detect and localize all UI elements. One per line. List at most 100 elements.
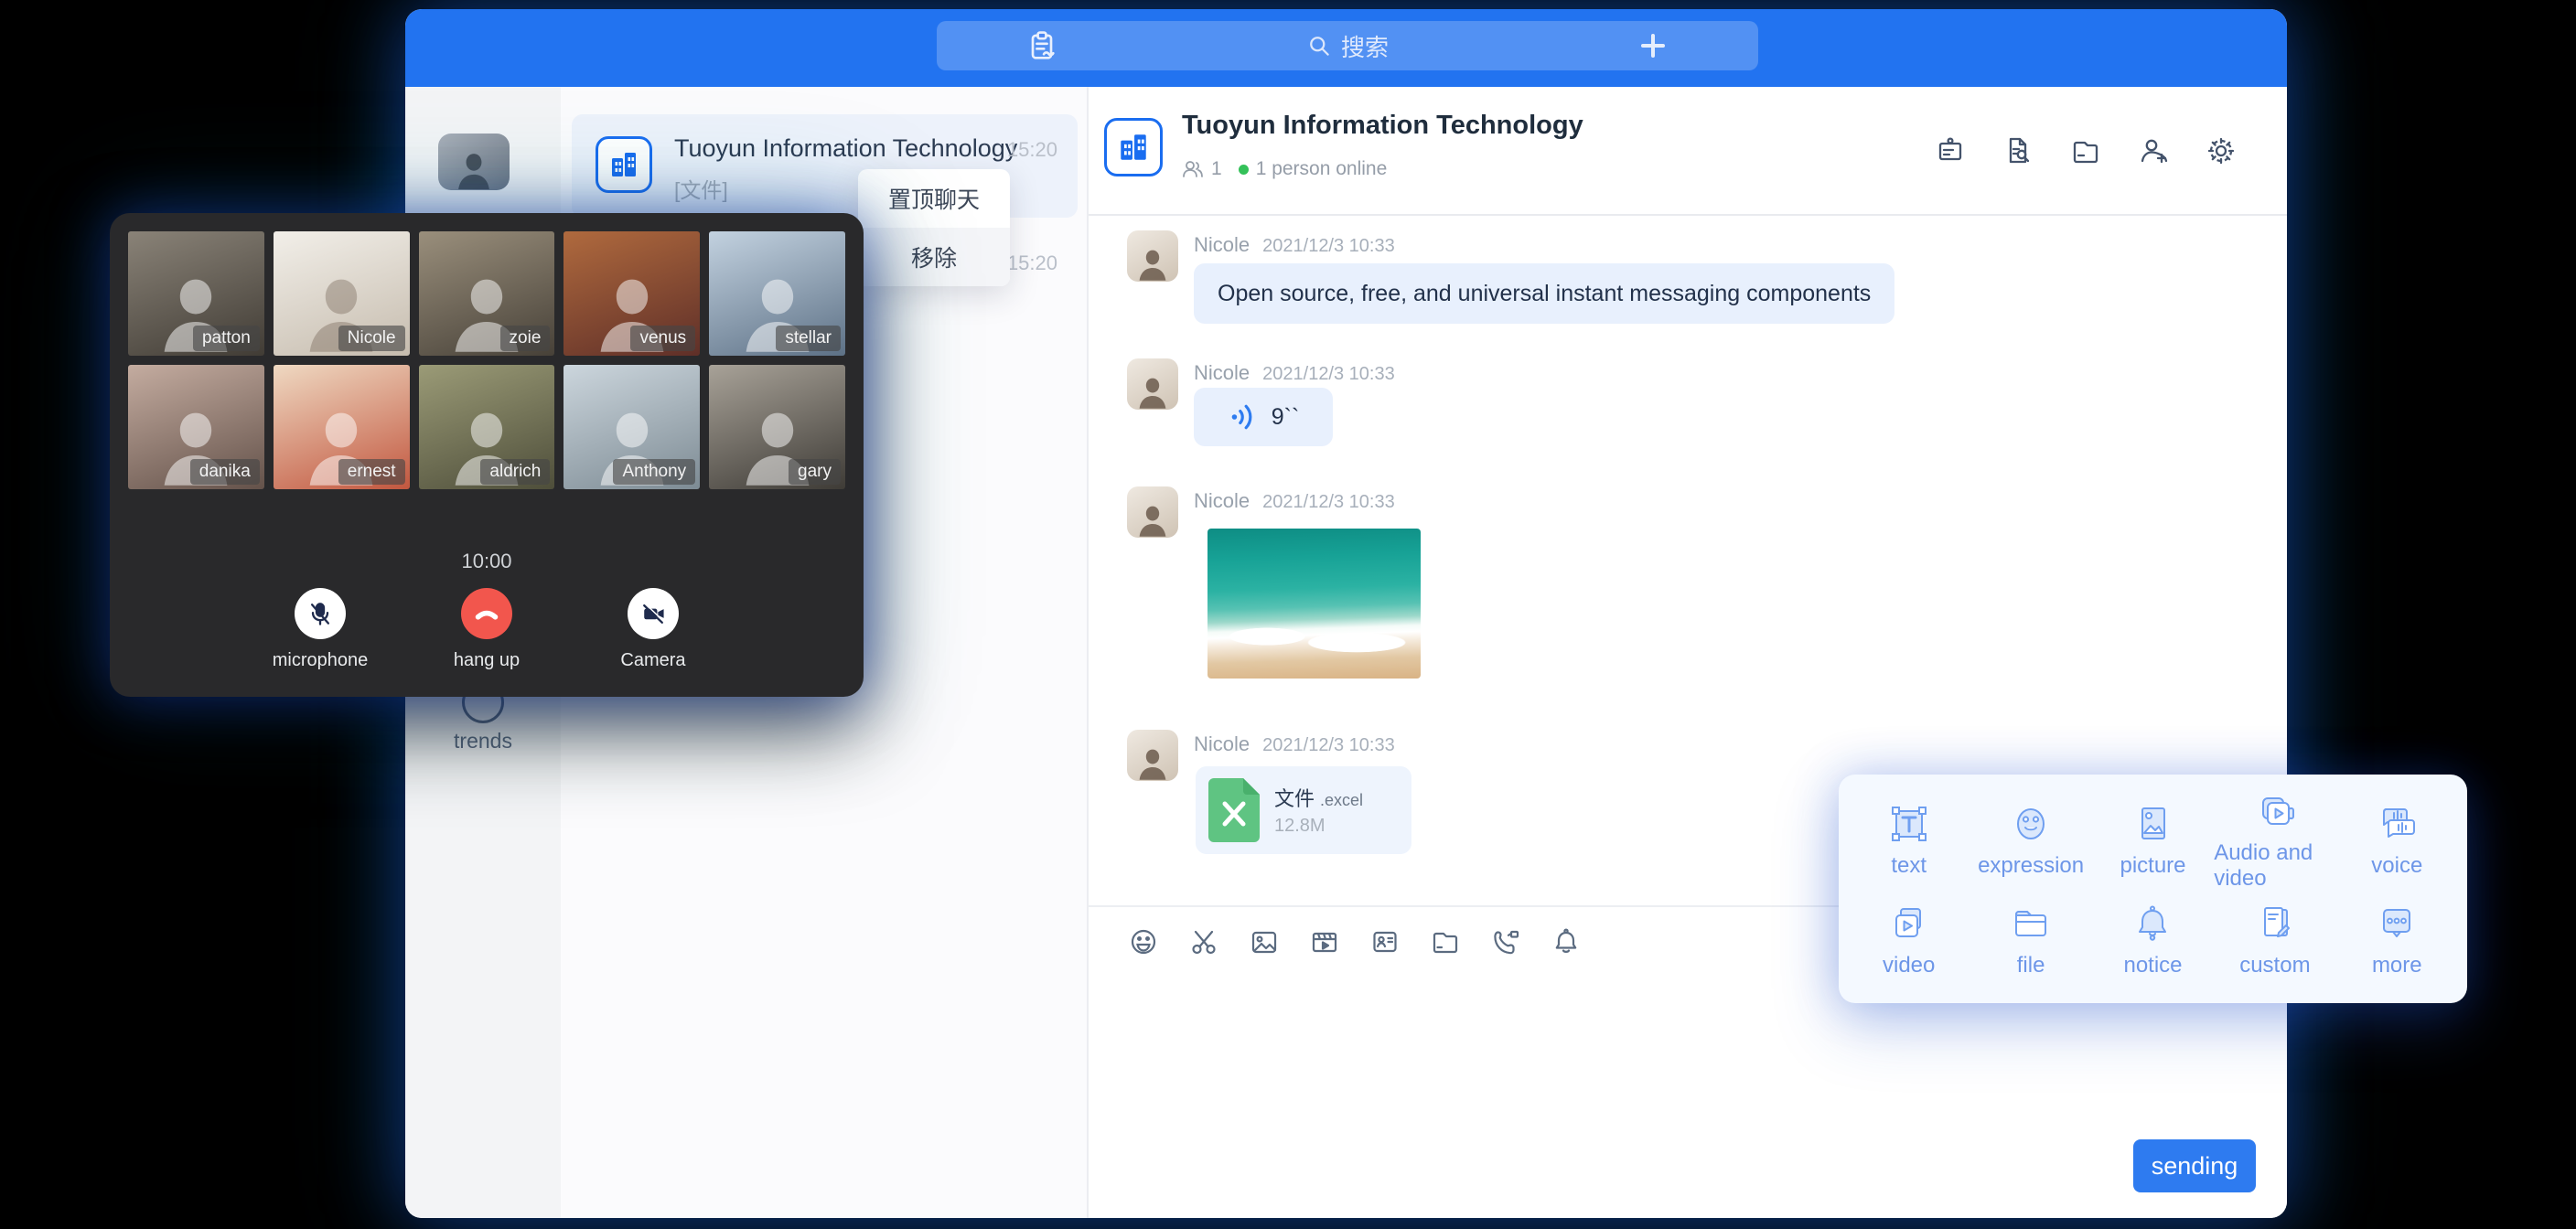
- send-label: sending: [2152, 1152, 2238, 1181]
- member-count: 1: [1211, 158, 1222, 180]
- video-tile[interactable]: zoie: [419, 231, 555, 356]
- voice-message-bubble[interactable]: 9``: [1194, 388, 1333, 446]
- group-building-icon: [596, 136, 652, 193]
- conversation-title: Tuoyun Information Technology: [674, 134, 1017, 163]
- menu-item-pin-chat[interactable]: 置顶聊天: [858, 169, 1010, 228]
- message-avatar[interactable]: [1127, 230, 1178, 282]
- message-meta: Nicole2021/12/3 10:33: [1194, 489, 1395, 513]
- group-file-icon[interactable]: [2069, 134, 2102, 167]
- text-message-bubble[interactable]: Open source, free, and universal instant…: [1194, 263, 1894, 324]
- message-text: Open source, free, and universal instant…: [1218, 281, 1871, 307]
- chat-header: Tuoyun Information Technology 1 1 person…: [1089, 87, 2287, 216]
- popup-item-text[interactable]: text: [1848, 789, 1970, 892]
- notification-bell-icon[interactable]: [1550, 925, 1583, 958]
- video-tile[interactable]: Nicole: [274, 231, 410, 356]
- contacts-log-button[interactable]: [937, 27, 1147, 64]
- participant-grid: patton Nicole zoie venus stellar danika …: [128, 231, 845, 489]
- voice-wave-icon: [1228, 401, 1259, 433]
- image-message-beach[interactable]: [1208, 529, 1421, 679]
- top-search-pill: 搜索: [937, 21, 1758, 70]
- message-avatar[interactable]: [1127, 358, 1178, 410]
- popup-label: text: [1891, 853, 1927, 879]
- microphone-button[interactable]: microphone: [265, 588, 375, 671]
- text-icon: [1887, 802, 1931, 846]
- file-folder-icon: [2009, 902, 2053, 946]
- mic-muted-icon: [306, 599, 335, 628]
- sender-name: Nicole: [1194, 233, 1250, 256]
- popup-item-custom[interactable]: custom: [2214, 892, 2335, 989]
- emoji-icon[interactable]: [1127, 925, 1160, 958]
- participant-name: Nicole: [338, 326, 405, 351]
- conversation-preview: [文件]: [674, 173, 728, 204]
- search-input[interactable]: 搜索: [1147, 29, 1548, 63]
- screenshot-scissors-icon[interactable]: [1187, 925, 1220, 958]
- add-button[interactable]: [1548, 32, 1758, 59]
- popup-label: video: [1883, 953, 1935, 978]
- more-icon: [2375, 902, 2419, 946]
- video-call-icon[interactable]: [1489, 925, 1522, 958]
- file-size: 12.8M: [1274, 816, 1326, 837]
- video-tile[interactable]: venus: [564, 231, 700, 356]
- video-clip-icon[interactable]: [1308, 925, 1341, 958]
- popup-item-picture[interactable]: picture: [2092, 789, 2214, 892]
- video-tile[interactable]: danika: [128, 365, 264, 489]
- popup-item-video[interactable]: video: [1848, 892, 1970, 989]
- message-meta: Nicole2021/12/3 10:33: [1194, 233, 1395, 257]
- video-tile[interactable]: gary: [709, 365, 845, 489]
- participant-name: venus: [630, 326, 695, 351]
- video-tile[interactable]: ernest: [274, 365, 410, 489]
- notice-bell-icon: [2131, 902, 2174, 946]
- input-toolbar: [1127, 925, 1583, 958]
- send-button[interactable]: sending: [2133, 1139, 2256, 1192]
- search-icon: [1306, 33, 1332, 59]
- popup-item-notice[interactable]: notice: [2092, 892, 2214, 989]
- message-avatar[interactable]: [1127, 730, 1178, 781]
- file-message-bubble[interactable]: 文件.excel 12.8M: [1196, 766, 1411, 854]
- popup-item-more[interactable]: more: [2336, 892, 2458, 989]
- group-notice-icon[interactable]: [1934, 134, 1967, 167]
- contact-card-icon[interactable]: [1368, 925, 1401, 958]
- popup-item-audio-video[interactable]: Audio and video: [2214, 789, 2335, 892]
- online-status: 1 person online: [1256, 158, 1388, 180]
- folder-icon[interactable]: [1429, 925, 1462, 958]
- conversation-time: 15:20: [1007, 138, 1057, 162]
- clipboard-phone-icon: [1024, 27, 1060, 64]
- members-icon: [1182, 158, 1204, 180]
- chat-history-search-icon[interactable]: [2002, 134, 2034, 167]
- hang-up-button[interactable]: hang up: [432, 588, 542, 671]
- person-silhouette: [1132, 742, 1174, 781]
- picture-icon[interactable]: [1248, 925, 1281, 958]
- chat-panel: Tuoyun Information Technology 1 1 person…: [1089, 87, 2287, 1218]
- popup-label: expression: [1978, 853, 2084, 879]
- video-tile[interactable]: patton: [128, 231, 264, 356]
- participant-name: ernest: [338, 459, 405, 485]
- add-member-icon[interactable]: [2137, 134, 2170, 167]
- voice-icon: [2375, 802, 2419, 846]
- message-type-popup: text expression picture Audio and video …: [1839, 775, 2467, 1003]
- video-tile[interactable]: stellar: [709, 231, 845, 356]
- participant-name: patton: [193, 326, 260, 351]
- participant-name: zoie: [500, 326, 551, 351]
- person-silhouette: [1132, 498, 1174, 538]
- plus-icon: [1639, 32, 1667, 59]
- menu-item-remove[interactable]: 移除: [858, 228, 1010, 286]
- sender-name: Nicole: [1194, 732, 1250, 755]
- popup-item-expression[interactable]: expression: [1970, 789, 2091, 892]
- message-meta: Nicole2021/12/3 10:33: [1194, 732, 1395, 756]
- chat-subtitle: 1 1 person online: [1182, 158, 1387, 180]
- popup-label: voice: [2371, 853, 2422, 879]
- microphone-label: microphone: [265, 650, 375, 671]
- message-time: 2021/12/3 10:33: [1262, 492, 1395, 512]
- popup-item-voice[interactable]: voice: [2336, 789, 2458, 892]
- settings-gear-icon[interactable]: [2205, 134, 2238, 167]
- user-avatar[interactable]: [438, 134, 510, 190]
- video-tile[interactable]: Anthony: [564, 365, 700, 489]
- picture-icon: [2131, 802, 2174, 846]
- popup-item-file[interactable]: file: [1970, 892, 2091, 989]
- online-dot-icon: [1239, 165, 1249, 175]
- sender-name: Nicole: [1194, 361, 1250, 384]
- call-controls: microphone hang up Camera: [110, 588, 864, 671]
- camera-button[interactable]: Camera: [598, 588, 708, 671]
- message-avatar[interactable]: [1127, 486, 1178, 538]
- video-tile[interactable]: aldrich: [419, 365, 555, 489]
